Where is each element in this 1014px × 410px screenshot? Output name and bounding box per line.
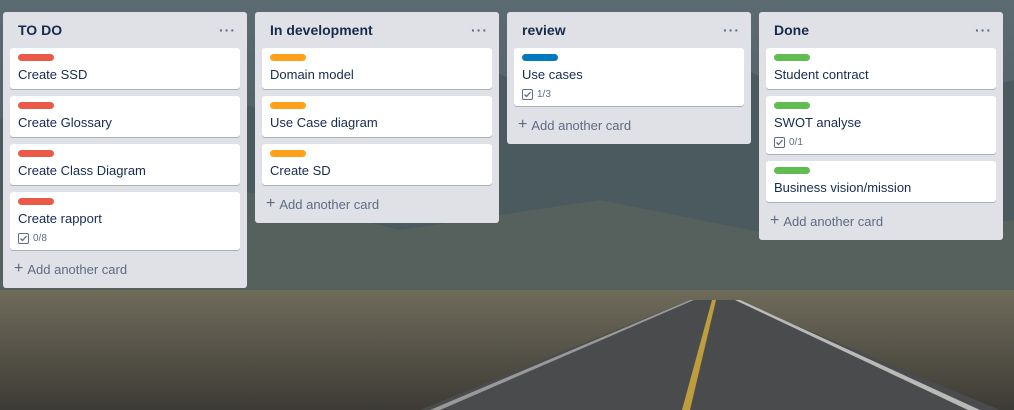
plus-icon: + bbox=[14, 260, 24, 277]
card-title: Create Glossary bbox=[18, 115, 112, 130]
add-card-label: Add another card bbox=[531, 117, 632, 133]
add-card-label: Add another card bbox=[279, 196, 380, 212]
checklist-count: 1/3 bbox=[537, 89, 551, 100]
add-card-button[interactable]: + Add another card bbox=[262, 192, 492, 216]
add-card-button[interactable]: + Add another card bbox=[514, 113, 744, 137]
label-green[interactable] bbox=[774, 167, 810, 174]
card[interactable]: SWOT analyse 0/1 bbox=[766, 96, 996, 154]
list-title[interactable]: In development bbox=[270, 22, 373, 38]
card[interactable]: Business vision/mission bbox=[766, 161, 996, 202]
card[interactable]: Use cases 1/3 bbox=[514, 48, 744, 106]
card[interactable]: Create SD bbox=[262, 144, 492, 185]
card-title: Domain model bbox=[270, 67, 354, 82]
card[interactable]: Create Glossary bbox=[10, 96, 240, 137]
checklist-badge: 0/1 bbox=[774, 137, 988, 148]
plus-icon: + bbox=[518, 116, 528, 133]
card[interactable]: Create rapport 0/8 bbox=[10, 192, 240, 250]
list-title[interactable]: Done bbox=[774, 22, 809, 38]
card[interactable]: Domain model bbox=[262, 48, 492, 89]
add-card-label: Add another card bbox=[27, 261, 128, 277]
list-title[interactable]: TO DO bbox=[18, 22, 62, 38]
card[interactable]: Use Case diagram bbox=[262, 96, 492, 137]
label-blue[interactable] bbox=[522, 54, 558, 61]
checklist-icon bbox=[522, 89, 533, 100]
checklist-count: 0/1 bbox=[789, 137, 803, 148]
list-review: review ··· Use cases 1/3 + Add another c… bbox=[507, 12, 751, 144]
label-red[interactable] bbox=[18, 150, 54, 157]
checklist-badge: 1/3 bbox=[522, 89, 736, 100]
list-in-development: In development ··· Domain model Use Case… bbox=[255, 12, 499, 223]
list-todo: TO DO ··· Create SSD Create Glossary Cre… bbox=[3, 12, 247, 288]
list-header: Done ··· bbox=[766, 12, 996, 48]
checklist-badge: 0/8 bbox=[18, 233, 232, 244]
add-card-button[interactable]: + Add another card bbox=[10, 257, 240, 281]
add-card-button[interactable]: + Add another card bbox=[766, 209, 996, 233]
checklist-count: 0/8 bbox=[33, 233, 47, 244]
more-icon[interactable]: ··· bbox=[471, 23, 488, 37]
card[interactable]: Create SSD bbox=[10, 48, 240, 89]
list-header: TO DO ··· bbox=[10, 12, 240, 48]
more-icon[interactable]: ··· bbox=[723, 23, 740, 37]
label-red[interactable] bbox=[18, 198, 54, 205]
more-icon[interactable]: ··· bbox=[975, 23, 992, 37]
list-header: review ··· bbox=[514, 12, 744, 48]
add-card-label: Add another card bbox=[783, 213, 884, 229]
label-orange[interactable] bbox=[270, 150, 306, 157]
checklist-icon bbox=[774, 137, 785, 148]
card-title: SWOT analyse bbox=[774, 115, 862, 130]
label-green[interactable] bbox=[774, 54, 810, 61]
card-title: Use Case diagram bbox=[270, 115, 378, 130]
list-done: Done ··· Student contract SWOT analyse 0… bbox=[759, 12, 1003, 240]
label-orange[interactable] bbox=[270, 54, 306, 61]
card[interactable]: Create Class Diagram bbox=[10, 144, 240, 185]
list-header: In development ··· bbox=[262, 12, 492, 48]
more-icon[interactable]: ··· bbox=[219, 23, 236, 37]
plus-icon: + bbox=[266, 195, 276, 212]
card[interactable]: Student contract bbox=[766, 48, 996, 89]
label-green[interactable] bbox=[774, 102, 810, 109]
card-title: Create rapport bbox=[18, 211, 102, 226]
card-title: Business vision/mission bbox=[774, 180, 912, 195]
label-orange[interactable] bbox=[270, 102, 306, 109]
label-red[interactable] bbox=[18, 102, 54, 109]
card-title: Create Class Diagram bbox=[18, 163, 146, 178]
card-title: Use cases bbox=[522, 67, 583, 82]
label-red[interactable] bbox=[18, 54, 54, 61]
board: TO DO ··· Create SSD Create Glossary Cre… bbox=[3, 12, 1014, 410]
list-title[interactable]: review bbox=[522, 22, 566, 38]
card-title: Create SSD bbox=[18, 67, 88, 82]
plus-icon: + bbox=[770, 212, 780, 229]
checklist-icon bbox=[18, 233, 29, 244]
card-title: Create SD bbox=[270, 163, 331, 178]
card-title: Student contract bbox=[774, 67, 869, 82]
